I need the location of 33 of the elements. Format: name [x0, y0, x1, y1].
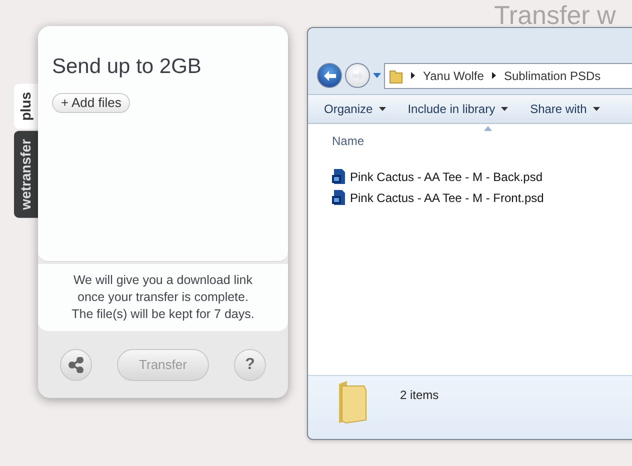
psd-file-icon [332, 169, 345, 184]
item-count: 2 items [400, 387, 439, 404]
caret-icon [373, 73, 381, 78]
toolbar-button[interactable]: Include in library [408, 100, 508, 118]
toolbar-button[interactable]: Share with [530, 100, 600, 118]
column-header[interactable]: Name [332, 132, 632, 150]
back-arrow-icon [322, 70, 336, 82]
info-text: We will give you a download link once your transfer is complete. The file(s) will be kept for 7 days. [38, 264, 288, 331]
share-icon [68, 356, 84, 372]
psd-file-icon [332, 190, 345, 205]
page-heading: Transfer w [494, 2, 616, 28]
chevron-icon [492, 72, 496, 79]
folder-icon [389, 68, 403, 84]
chevron-icon [411, 72, 415, 79]
address-bar[interactable]: Yanu Wolfe Sublimation PSDs [384, 62, 632, 88]
forward-arrow-icon [350, 70, 364, 82]
caret-icon [378, 107, 386, 111]
panel-title: Send up to 2GB [52, 54, 202, 80]
back-button[interactable] [317, 63, 342, 88]
forward-button[interactable] [345, 63, 370, 88]
file-name[interactable]: Pink Cactus - AA Tee - M - Back.psd [350, 168, 543, 186]
side-tab[interactable]: wetransfer [14, 130, 38, 218]
breadcrumb-item[interactable]: Sublimation PSDs [504, 66, 601, 84]
add-files-button[interactable]: + Add files [52, 93, 130, 114]
toolbar-button[interactable]: Organize [324, 100, 386, 118]
caret-icon [592, 107, 600, 111]
breadcrumb-item[interactable]: Yanu Wolfe [423, 66, 484, 84]
caret-icon [501, 107, 508, 111]
sort-arrow-icon [484, 126, 492, 131]
share-button[interactable] [60, 348, 92, 380]
file-name[interactable]: Pink Cactus - AA Tee - M - Front.psd [350, 188, 544, 206]
side-tab[interactable]: plus [14, 84, 38, 129]
help-button[interactable]: ? [234, 348, 266, 380]
